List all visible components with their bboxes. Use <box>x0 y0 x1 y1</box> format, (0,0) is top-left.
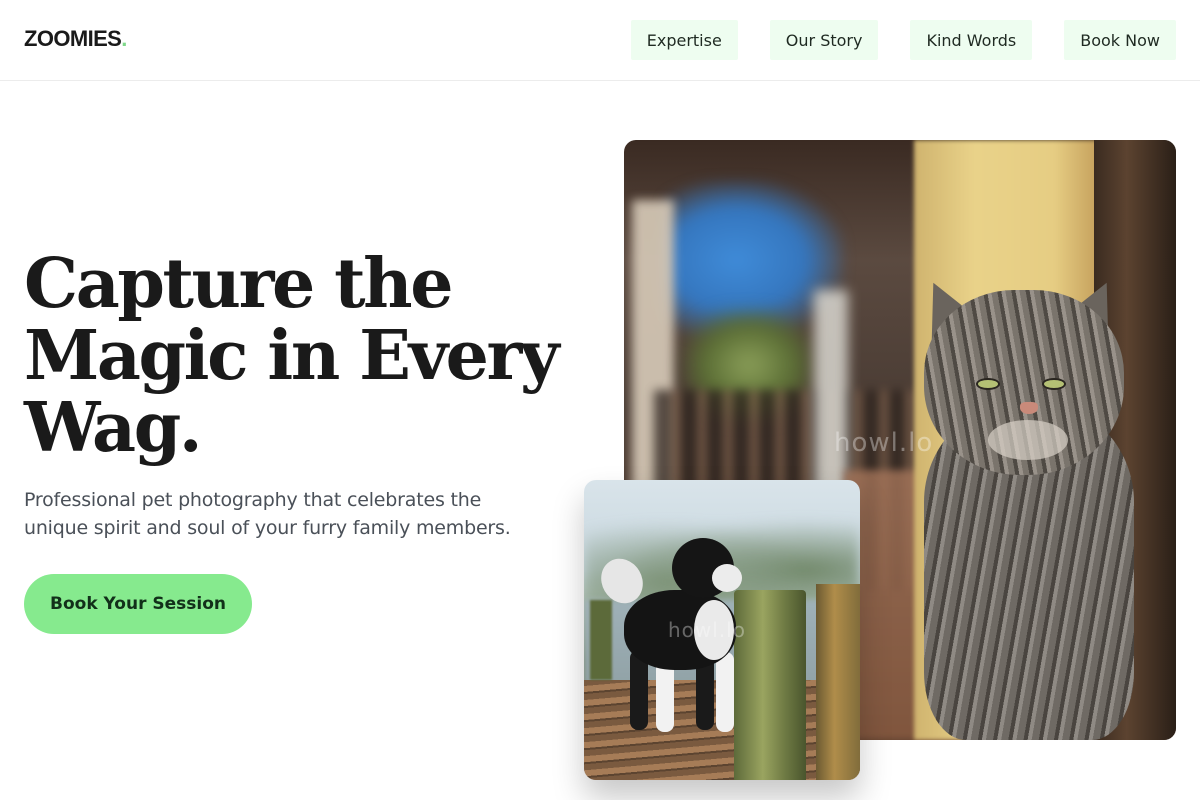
nav-item-kind-words[interactable]: Kind Words <box>910 20 1033 60</box>
nav-item-book-now[interactable]: Book Now <box>1064 20 1176 60</box>
hero-title-line-3: Wag. <box>24 388 203 468</box>
site-header: ZOOMIES. Expertise Our Story Kind Words … <box>0 0 1200 81</box>
nav-item-our-story[interactable]: Our Story <box>769 20 879 60</box>
main-nav: Expertise Our Story Kind Words Book Now <box>630 20 1176 60</box>
hero-title-line-2: Magic in Every <box>24 316 559 396</box>
book-session-button[interactable]: Book Your Session <box>24 574 252 634</box>
dog-photo: howl.lo <box>584 480 860 780</box>
hero-subtitle: Professional pet photography that celebr… <box>24 489 511 539</box>
nav-item-expertise[interactable]: Expertise <box>630 20 738 60</box>
hero-title: Capture the Magic in Every Wag. <box>24 248 564 464</box>
hero-title-line-1: Capture the <box>24 244 453 324</box>
dock-piling <box>734 590 806 780</box>
brand-dot: . <box>121 26 127 51</box>
brand-name: ZOOMIES <box>24 26 122 51</box>
brand-logo[interactable]: ZOOMIES. <box>24 26 127 52</box>
